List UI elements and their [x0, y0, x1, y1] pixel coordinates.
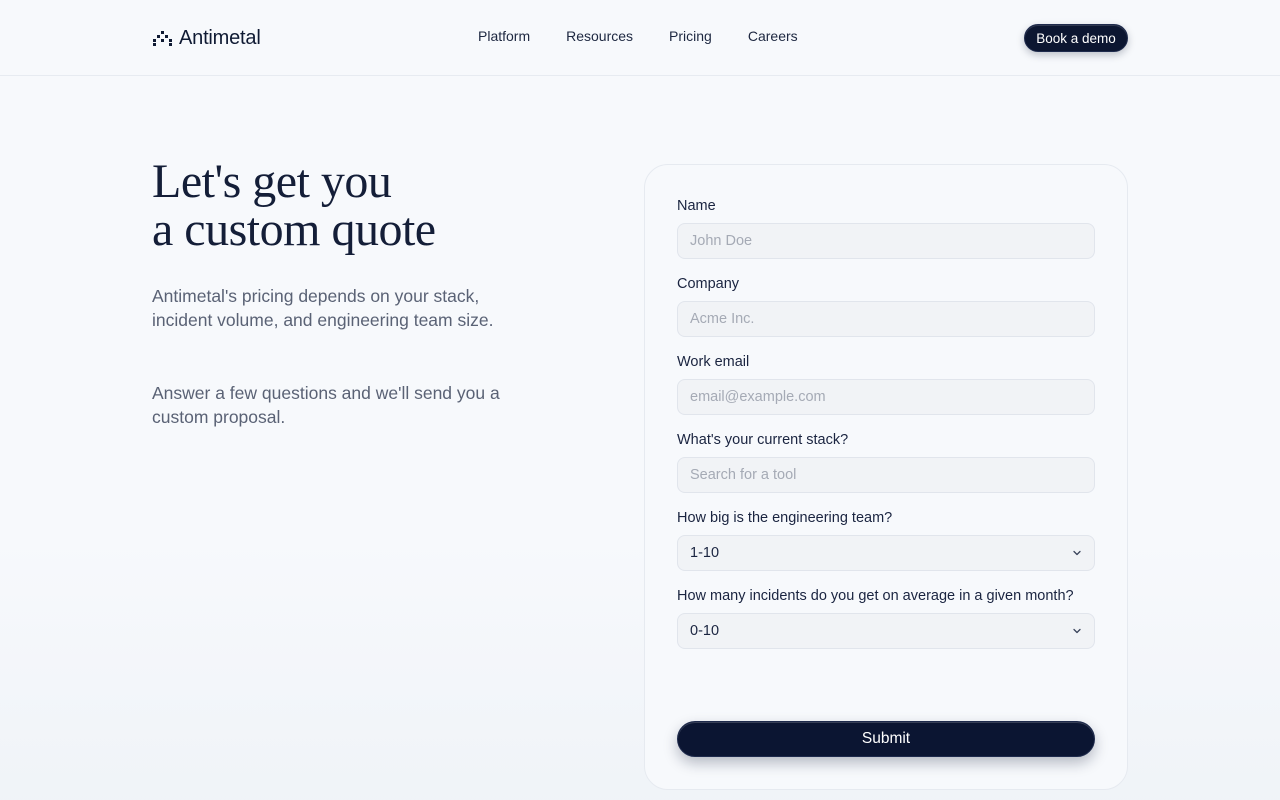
- team-size-label: How big is the engineering team?: [677, 510, 893, 526]
- site-header: Antimetal Platform Resources Pricing Car…: [0, 0, 1280, 76]
- nav-careers[interactable]: Careers: [748, 28, 798, 44]
- chevron-down-icon: [1072, 626, 1082, 636]
- team-size-value: 1-10: [690, 545, 720, 561]
- stack-search-input[interactable]: [677, 457, 1095, 493]
- book-demo-button[interactable]: Book a demo: [1024, 24, 1128, 52]
- company-input[interactable]: [677, 301, 1095, 337]
- nav-pricing[interactable]: Pricing: [669, 28, 712, 44]
- incidents-value: 0-10: [690, 623, 720, 639]
- name-input[interactable]: [677, 223, 1095, 259]
- main-nav: Platform Resources Pricing Careers: [478, 28, 834, 44]
- chevron-down-icon: [1072, 548, 1082, 558]
- nav-resources[interactable]: Resources: [566, 28, 633, 44]
- incidents-select[interactable]: 0-10: [677, 613, 1095, 649]
- brand-name: Antimetal: [179, 26, 261, 49]
- brand-logo[interactable]: Antimetal: [152, 26, 261, 50]
- company-label: Company: [677, 276, 740, 292]
- page-title: Let's get you a custom quote: [152, 158, 436, 254]
- antimetal-logo-icon: [152, 30, 172, 46]
- team-size-select[interactable]: 1-10: [677, 535, 1095, 571]
- nav-platform[interactable]: Platform: [478, 28, 530, 44]
- incidents-label: How many incidents do you get on average…: [677, 588, 1074, 604]
- submit-button[interactable]: Submit: [677, 721, 1095, 757]
- stack-label: What's your current stack?: [677, 432, 849, 448]
- page-title-line-2: a custom quote: [152, 203, 436, 256]
- intro-paragraph: Antimetal's pricing depends on your stac…: [152, 286, 494, 330]
- work-email-label: Work email: [677, 354, 750, 370]
- work-email-input[interactable]: [677, 379, 1095, 415]
- instructions-paragraph: Answer a few questions and we'll send yo…: [152, 383, 500, 427]
- page-title-line-1: Let's get you: [152, 155, 392, 208]
- name-label: Name: [677, 198, 716, 214]
